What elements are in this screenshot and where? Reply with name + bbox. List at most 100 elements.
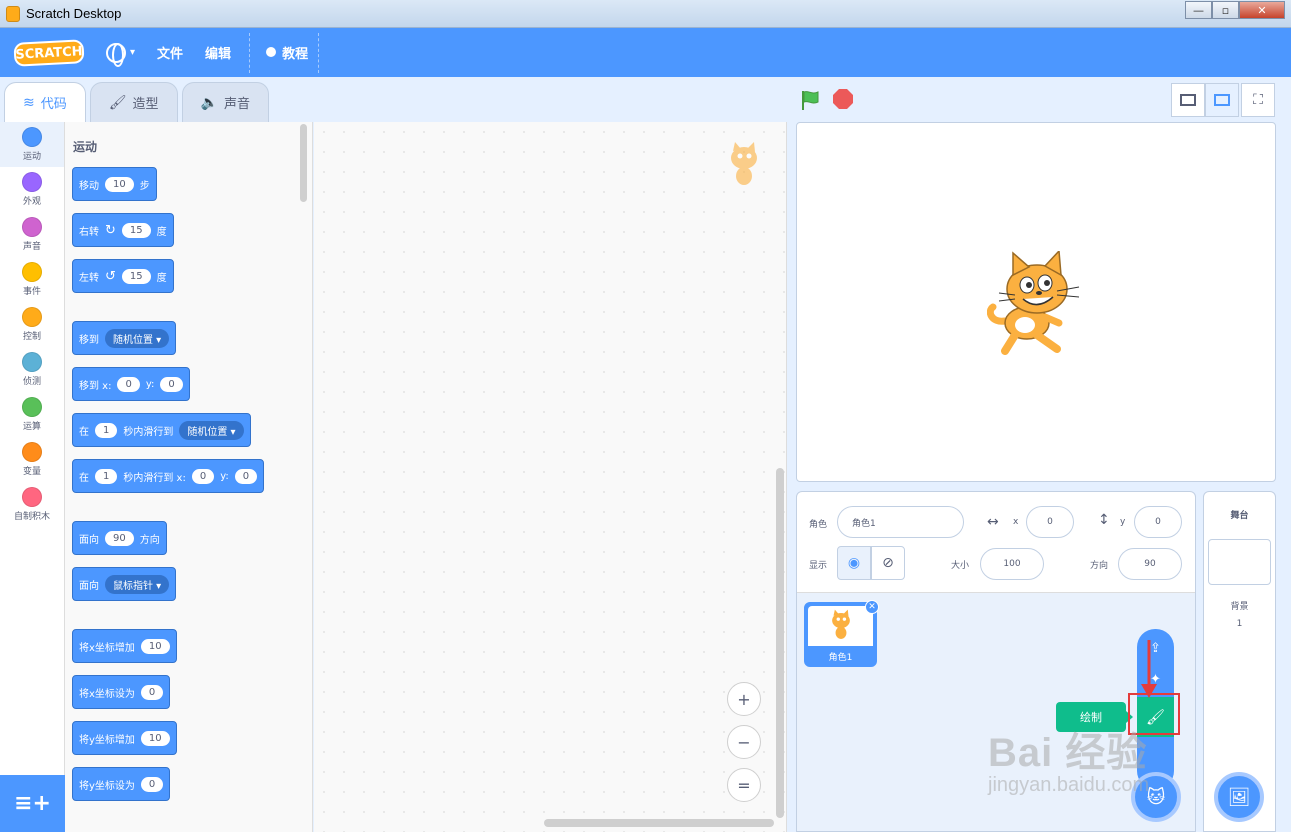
small-stage-button[interactable]: [1171, 83, 1205, 117]
category-control[interactable]: 控制: [0, 302, 64, 347]
add-backdrop-button[interactable]: 🖼: [1214, 772, 1264, 822]
category-events[interactable]: 事件: [0, 257, 64, 302]
zoom-out-button[interactable]: −: [727, 725, 761, 759]
sprite-thumbnail: [808, 606, 873, 646]
edit-menu[interactable]: 编辑: [205, 43, 231, 62]
add-extension-button[interactable]: ≡+: [0, 775, 65, 832]
x-arrows-icon: ↔: [987, 514, 999, 530]
block-point-towards[interactable]: 面向 鼠标指针: [72, 567, 177, 601]
tab-code-label: 代码: [40, 97, 67, 112]
block-goto[interactable]: 移到 随机位置: [72, 321, 177, 355]
x-position-input[interactable]: 0: [1026, 506, 1074, 538]
stage[interactable]: [796, 122, 1276, 482]
category-sound[interactable]: 声音: [0, 212, 64, 257]
block-move-steps[interactable]: 移动 10 步: [72, 167, 157, 201]
maximize-button[interactable]: ▫: [1212, 1, 1239, 19]
block-dropdown[interactable]: 随机位置: [179, 420, 244, 440]
block-input[interactable]: 15: [121, 222, 151, 238]
block-turn-left[interactable]: 左转 ↺ 15 度: [72, 259, 174, 293]
category-motion[interactable]: 运动: [0, 122, 64, 167]
block-change-y[interactable]: 将y坐标增加 10: [72, 721, 177, 755]
close-icon: ✕: [868, 602, 876, 612]
zoom-in-button[interactable]: +: [727, 682, 761, 716]
add-sprite-button[interactable]: 🐱: [1131, 772, 1181, 822]
category-looks[interactable]: 外观: [0, 167, 64, 212]
block-change-x[interactable]: 将x坐标增加 10: [72, 629, 177, 663]
code-vertical-scrollbar[interactable]: [776, 468, 784, 818]
block-dropdown[interactable]: 随机位置: [105, 328, 170, 348]
green-flag-button[interactable]: [799, 89, 821, 111]
tab-costumes[interactable]: 🖌 造型: [89, 82, 178, 122]
cat-sprite[interactable]: [987, 251, 1087, 355]
y-position-input[interactable]: 0: [1134, 506, 1182, 538]
block-text: 左转: [79, 272, 99, 284]
menu-divider: [249, 32, 251, 73]
category-operators[interactable]: 运算: [0, 392, 64, 437]
block-dropdown[interactable]: 鼠标指针: [105, 574, 170, 594]
block-glide[interactable]: 在 1 秒内滑行到 随机位置: [72, 413, 251, 447]
normal-stage-icon: [1214, 94, 1230, 106]
globe-icon: [106, 42, 126, 67]
size-input[interactable]: 100: [980, 548, 1044, 580]
normal-stage-button[interactable]: [1205, 83, 1239, 117]
hide-sprite-button[interactable]: ⊘: [871, 546, 905, 580]
block-input[interactable]: 15: [121, 268, 151, 284]
zoom-reset-button[interactable]: =: [727, 768, 761, 802]
sprite-watermark-icon: [731, 142, 757, 185]
block-text: 将x坐标增加: [79, 642, 135, 654]
category-my-blocks[interactable]: 自制积木: [0, 482, 64, 527]
file-menu[interactable]: 文件: [157, 43, 183, 62]
category-dot: [22, 172, 42, 192]
backdrops-count: 1: [1236, 619, 1243, 629]
menu-divider: [318, 32, 320, 73]
block-input[interactable]: 10: [105, 176, 134, 192]
eye-slash-icon: ⊘: [882, 555, 894, 571]
tutorials-menu[interactable]: 教程: [264, 43, 308, 62]
block-input[interactable]: 0: [234, 468, 258, 484]
block-glide-xy[interactable]: 在 1 秒内滑行到 x: 0 y: 0: [72, 459, 265, 493]
language-menu[interactable]: ▾: [106, 42, 135, 67]
block-input[interactable]: 0: [191, 468, 215, 484]
y-arrows-icon: ↕: [1098, 512, 1110, 528]
close-button[interactable]: ✕: [1239, 1, 1285, 19]
block-input[interactable]: 0: [140, 684, 164, 700]
block-turn-right[interactable]: 右转 ↻ 15 度: [72, 213, 174, 247]
stop-button[interactable]: [833, 89, 853, 109]
block-input[interactable]: 90: [105, 530, 134, 546]
block-goto-xy[interactable]: 移到 x: 0 y: 0: [72, 367, 190, 401]
block-input[interactable]: 0: [140, 776, 164, 792]
sprite-name-input[interactable]: 角色1: [837, 506, 964, 538]
delete-sprite-button[interactable]: ✕: [865, 600, 879, 614]
direction-input[interactable]: 90: [1118, 548, 1182, 580]
block-input[interactable]: 0: [160, 376, 183, 392]
block-input[interactable]: 1: [95, 468, 118, 484]
zoom-reset-icon: =: [737, 775, 751, 795]
sprite-tile[interactable]: 角色1 ✕: [804, 600, 879, 667]
cat-icon: 🐱: [1146, 786, 1166, 808]
speaker-icon: 🔈: [200, 94, 218, 111]
category-variables[interactable]: 变量: [0, 437, 64, 482]
scratch-logo[interactable]: SCRATCH: [13, 38, 85, 67]
block-input[interactable]: 0: [117, 376, 140, 392]
block-set-y[interactable]: 将y坐标设为 0: [72, 767, 171, 801]
fullscreen-button[interactable]: ⛶: [1241, 83, 1275, 117]
tab-code[interactable]: ≋ 代码: [4, 82, 86, 122]
category-dot: [22, 127, 42, 147]
code-workspace[interactable]: + − =: [314, 122, 787, 832]
block-point-direction[interactable]: 面向 90 方向: [72, 521, 167, 555]
block-input[interactable]: 10: [140, 730, 170, 746]
category-sensing[interactable]: 侦测: [0, 347, 64, 392]
show-sprite-button[interactable]: ◉: [837, 546, 871, 580]
block-text: 在: [79, 426, 89, 438]
category-dot: [22, 262, 42, 282]
direction-label: 方向: [1090, 561, 1109, 571]
minimize-button[interactable]: —: [1185, 1, 1212, 19]
block-input[interactable]: 1: [95, 422, 118, 438]
tab-sounds[interactable]: 🔈 声音: [181, 82, 269, 122]
block-input[interactable]: 10: [140, 638, 170, 654]
block-categories: 运动 外观 声音 事件 控制 侦测 运算 变量 自制积木 ≡+: [0, 122, 65, 832]
block-text: 将y坐标增加: [79, 734, 135, 746]
palette-scrollbar[interactable]: [300, 124, 307, 202]
block-set-x[interactable]: 将x坐标设为 0: [72, 675, 171, 709]
code-horizontal-scrollbar[interactable]: [544, 819, 774, 827]
